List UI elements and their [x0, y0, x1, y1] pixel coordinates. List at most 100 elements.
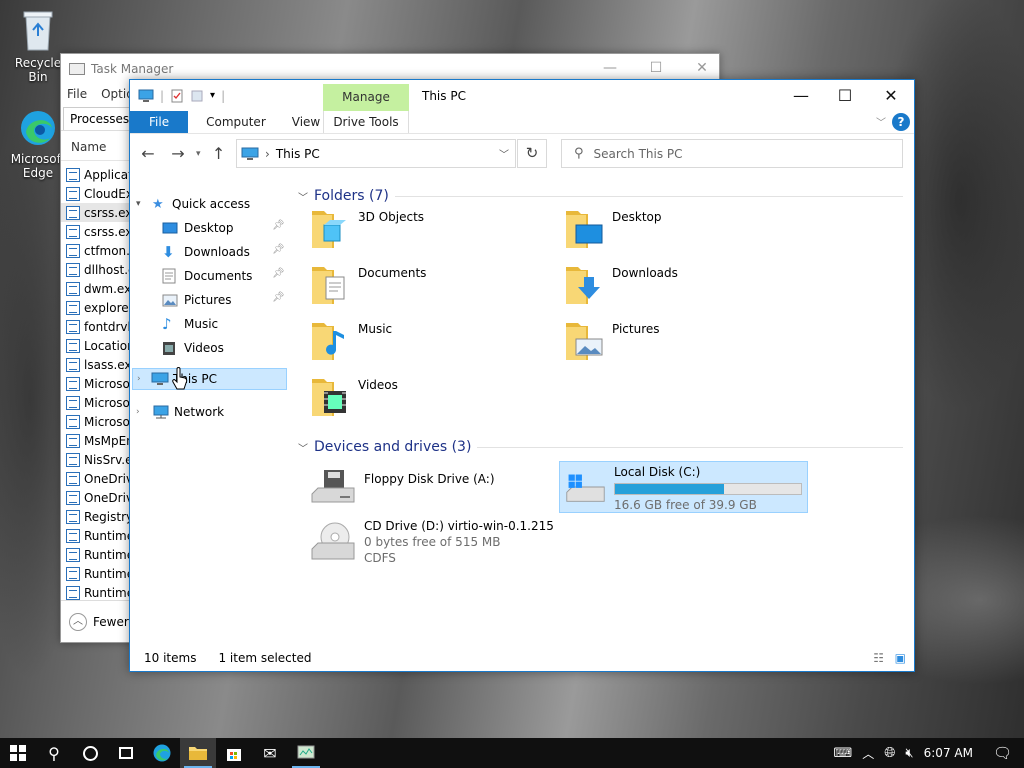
search-icon: ⚲ [48, 743, 60, 763]
group-header-devices[interactable]: ﹀ Devices and drives (3) [298, 439, 903, 455]
file-explorer-window[interactable]: | ▾ | Manage This PC — ☐ ✕ File Computer… [129, 79, 915, 672]
search-button[interactable]: ⚲ [36, 738, 72, 768]
drive-floppy[interactable]: Floppy Disk Drive (A:) [310, 468, 550, 510]
tab-file[interactable]: File [130, 111, 189, 133]
properties-icon[interactable] [170, 89, 184, 103]
taskbar-edge[interactable] [144, 738, 180, 768]
edge-icon [21, 111, 55, 145]
recent-locations-icon[interactable]: ▾ [196, 149, 201, 159]
nav-quick-access[interactable]: ▾ ★ Quick access [136, 193, 250, 215]
drive-filesystem: CDFS [364, 551, 396, 565]
pin-icon[interactable]: 📌︎ [272, 244, 285, 255]
tab-computer[interactable]: Computer [188, 111, 279, 133]
cortana-button[interactable] [72, 738, 108, 768]
address-bar[interactable]: › This PC ﹀ [236, 139, 516, 168]
expand-ribbon-icon[interactable]: ﹀ [876, 114, 886, 129]
details-view-icon[interactable]: ☷ [873, 651, 884, 665]
customize-toolbar-icon[interactable]: ▾ [210, 90, 215, 101]
process-icon [66, 547, 80, 562]
drive-name: Floppy Disk Drive (A:) [364, 472, 495, 486]
new-folder-icon[interactable] [190, 89, 204, 103]
network-globe-icon[interactable]: 🌐︎ [884, 745, 895, 761]
nav-item-music[interactable]: ♪ Music [162, 313, 218, 335]
status-bar: 10 items 1 item selected ☷ ▣ [130, 645, 914, 671]
task-manager-icon [69, 62, 85, 75]
tab-drive-tools[interactable]: Drive Tools [323, 111, 409, 133]
toolbar-separator: | [221, 88, 226, 103]
nav-item-documents[interactable]: Documents [162, 265, 252, 287]
close-button[interactable]: ✕ [868, 80, 914, 111]
maximize-button[interactable]: ☐ [822, 80, 868, 111]
taskbar-task-manager[interactable] [288, 738, 324, 768]
drive-cd-d[interactable]: CD Drive (D:) virtio-win-0.1.215 0 bytes… [310, 519, 570, 571]
nav-network[interactable]: › Network [136, 401, 224, 423]
this-pc-icon [138, 89, 154, 102]
nav-label: Quick access [172, 197, 251, 211]
collapsed-chevron-icon[interactable]: › [133, 374, 151, 384]
breadcrumb-chevron-icon[interactable]: › [265, 147, 270, 161]
nav-item-downloads[interactable]: ⬇ Downloads [162, 241, 250, 263]
desktop-icon-edge[interactable]: Microsoft Edge [8, 108, 68, 180]
nav-item-pictures[interactable]: Pictures [162, 289, 232, 311]
address-text: This PC [275, 146, 320, 161]
taskbar-mail[interactable]: ✉ [252, 738, 288, 768]
explorer-titlebar[interactable]: | ▾ | Manage This PC — ☐ ✕ [130, 80, 914, 111]
folder-item[interactable]: Music [310, 319, 392, 363]
refresh-button[interactable]: ↻ [517, 139, 547, 168]
search-input[interactable]: ⚲ Search This PC [561, 139, 903, 168]
back-arrow-icon[interactable]: ← [136, 144, 160, 163]
desktop-icon-recycle-bin[interactable]: Recycle Bin [8, 8, 68, 84]
show-hidden-icons-icon[interactable]: ︿ [862, 745, 874, 762]
up-arrow-icon[interactable]: ↑ [207, 144, 231, 163]
menu-file[interactable]: File [67, 87, 87, 101]
folder-item[interactable]: Videos [310, 375, 398, 419]
process-name: Location [84, 338, 135, 353]
process-name: Registry [84, 509, 134, 524]
collapsed-chevron-icon[interactable]: › [136, 407, 152, 417]
nav-item-videos[interactable]: Videos [162, 337, 224, 359]
folder-item[interactable]: Pictures [564, 319, 660, 363]
pin-icon[interactable]: 📌︎ [272, 220, 285, 231]
drive-local-disk-c[interactable]: Local Disk (C:) 16.6 GB free of 39.9 GB [559, 461, 808, 513]
expanded-chevron-icon[interactable]: ▾ [136, 199, 152, 209]
folder-icon [189, 747, 207, 760]
desktop-icon-label: Recycle Bin [14, 56, 62, 84]
folder-icon [566, 267, 600, 304]
folder-item[interactable]: Downloads [564, 263, 678, 307]
forward-arrow-icon[interactable]: → [166, 144, 190, 163]
folder-label: Music [358, 322, 393, 336]
start-button[interactable] [0, 738, 36, 768]
notifications-icon[interactable]: 🗨︎ [993, 744, 1012, 762]
nav-this-pc[interactable]: › This PC [132, 368, 287, 390]
pin-icon[interactable]: 📌︎ [272, 268, 285, 279]
taskbar-file-explorer[interactable] [180, 738, 216, 768]
local-disk-icon [566, 474, 605, 502]
folder-item[interactable]: 3D Objects [310, 207, 424, 251]
recycle-bin-icon [23, 11, 53, 51]
pin-icon[interactable]: 📌︎ [272, 292, 285, 303]
keyboard-icon[interactable]: ⌨ [833, 746, 852, 761]
large-icons-view-icon[interactable]: ▣ [895, 651, 906, 665]
minimize-button[interactable]: — [778, 80, 824, 111]
tab-processes[interactable]: Processes [63, 107, 137, 130]
folder-item[interactable]: Documents [310, 263, 426, 307]
taskbar-store[interactable] [216, 738, 252, 768]
nav-item-desktop[interactable]: Desktop [162, 217, 234, 239]
edge-icon [153, 744, 171, 762]
toolbar-separator: | [160, 88, 165, 103]
group-header-folders[interactable]: ﹀ Folders (7) [298, 188, 903, 204]
search-icon: ⚲ [574, 146, 584, 161]
folder-item[interactable]: Desktop [564, 207, 662, 251]
nav-label: Pictures [184, 293, 232, 307]
help-icon[interactable]: ? [892, 113, 910, 131]
address-dropdown-icon[interactable]: ﹀ [499, 146, 509, 161]
volume-muted-icon[interactable]: 🔇︎ [905, 746, 913, 761]
process-icon [66, 262, 80, 277]
folder-label: Downloads [612, 266, 678, 280]
folder-label: Documents [358, 266, 427, 280]
clock[interactable]: 6:07 AM [924, 746, 973, 760]
task-view-button[interactable] [108, 738, 144, 768]
process-name: Microsof [84, 414, 135, 429]
videos-icon [163, 341, 175, 355]
collapse-chevron-icon: ﹀ [298, 192, 308, 204]
